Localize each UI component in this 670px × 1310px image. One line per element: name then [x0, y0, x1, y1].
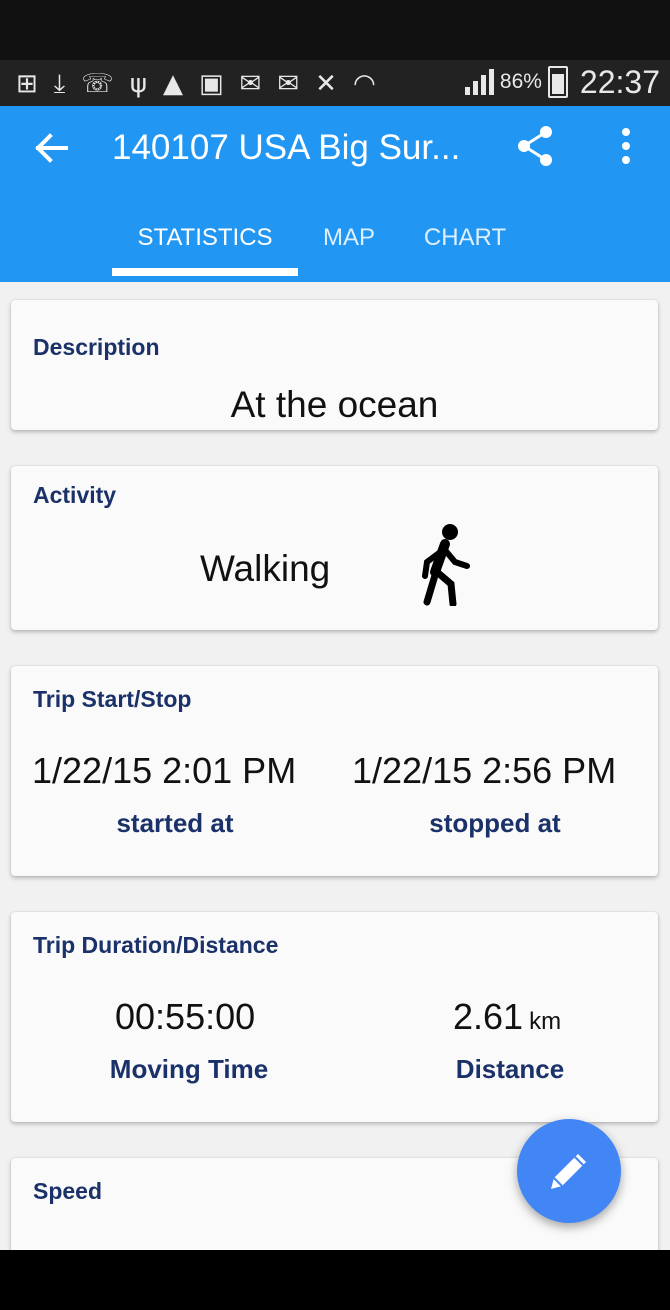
wifi-icon: ◠ [352, 69, 376, 99]
speed-label: Speed [33, 1178, 103, 1204]
distance-label: Distance [455, 1054, 565, 1084]
walking-icon [422, 524, 470, 606]
download-icon: ⤓ [53, 69, 66, 99]
distance-number: 2.61 [453, 996, 524, 1037]
started-at-label: started at [116, 808, 234, 838]
more-options-button[interactable] [600, 120, 652, 172]
missed-call-icon: ☏ [81, 69, 114, 99]
battery-icon [547, 66, 568, 98]
warning-icon: ▲ [162, 69, 183, 99]
activity-value: Walking [200, 548, 331, 589]
page-title: 140107 USA Big Sur... [112, 128, 461, 167]
usb-icon: ψ [129, 69, 147, 99]
navigation-bar [0, 1250, 670, 1310]
tab-chart[interactable]: CHART [400, 216, 530, 282]
distance-unit: km [529, 1008, 562, 1035]
distance-value: 2.61 km [453, 996, 561, 1038]
description-value: At the ocean [230, 384, 439, 425]
status-bar-right: 86% 22:37 [464, 62, 660, 102]
gmail-icon: ✉ [239, 69, 262, 99]
trip-start-stop-card[interactable]: Trip Start/Stop 1/22/15 2:01 PM started … [11, 666, 658, 876]
plus-box-icon: ⊞ [16, 69, 38, 99]
active-tab-indicator [112, 268, 298, 276]
moving-time-value: 00:55:00 [115, 996, 256, 1037]
status-bar-notification-icons: ⊞ ⤓ ☏ ψ ▲ ▣ ✉ ✉ ✕ ◠ [16, 66, 376, 102]
trip-duration-distance-card[interactable]: Trip Duration/Distance 00:55:00 Moving T… [11, 912, 658, 1122]
mute-icon: ✕ [315, 69, 337, 99]
trip-start-stop-label: Trip Start/Stop [33, 686, 192, 712]
more-vertical-icon [622, 128, 630, 164]
tab-bar: STATISTICS MAP CHART [0, 216, 670, 282]
trip-duration-distance-label: Trip Duration/Distance [33, 932, 279, 958]
back-button[interactable] [26, 122, 78, 174]
activity-card[interactable]: Activity Walking [11, 466, 658, 630]
tab-map[interactable]: MAP [298, 216, 400, 282]
status-time: 22:37 [579, 63, 660, 100]
description-label: Description [33, 334, 160, 360]
battery-percent: 86% [499, 70, 542, 93]
share-button[interactable] [510, 120, 562, 172]
edit-fab-button[interactable] [517, 1119, 621, 1223]
activity-label: Activity [33, 482, 117, 508]
statistics-content[interactable]: Description At the ocean Activity Walkin… [0, 282, 670, 1250]
pencil-icon [551, 1154, 586, 1189]
start-time-value: 1/22/15 2:01 PM [32, 750, 297, 791]
arrow-left-icon [35, 133, 68, 163]
share-icon [518, 126, 552, 166]
stop-time-value: 1/22/15 2:56 PM [352, 750, 617, 791]
app-bar: 140107 USA Big Sur... STATISTICS MAP CHA… [0, 106, 670, 282]
stopped-at-label: stopped at [429, 808, 561, 838]
mail-icon: ✉ [277, 69, 300, 99]
moving-time-label: Moving Time [109, 1054, 269, 1084]
status-bar: ⊞ ⤓ ☏ ψ ▲ ▣ ✉ ✉ ✕ ◠ 86% 22:37 [0, 0, 670, 106]
description-card[interactable]: Description At the ocean [11, 300, 658, 430]
signal-icon [464, 69, 494, 95]
calendar-icon: ▣ [198, 69, 224, 99]
